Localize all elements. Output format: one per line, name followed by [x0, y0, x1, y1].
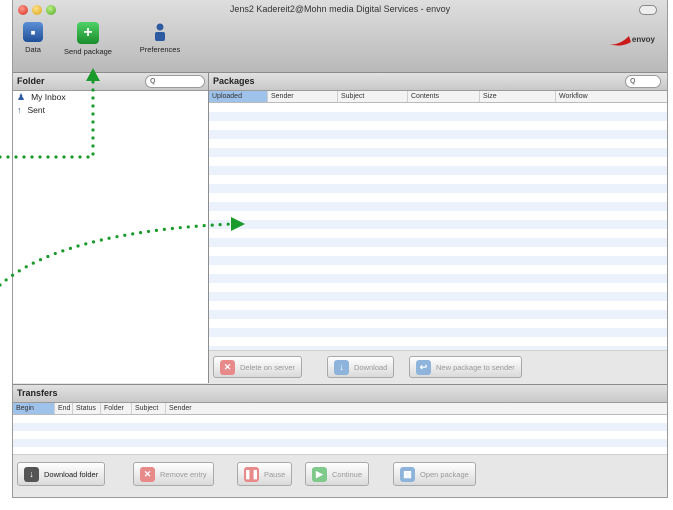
transfers-list[interactable] — [13, 415, 667, 455]
column-contents[interactable]: Contents — [408, 91, 480, 102]
transfers-title: Transfers — [17, 388, 58, 398]
column-status[interactable]: Status — [73, 403, 101, 414]
data-label: Data — [25, 45, 41, 54]
folder-item-sent[interactable]: ↑ Sent — [13, 104, 208, 117]
folder-title: Folder — [17, 76, 45, 86]
transfers-header: Transfers — [13, 385, 667, 403]
download-folder-icon: ↓ — [24, 466, 39, 482]
open-package-icon: ▦ — [400, 466, 415, 482]
pause-icon: ❚❚ — [244, 466, 259, 482]
column-folder[interactable]: Folder — [101, 403, 132, 414]
folder-pane: Folder Q ♟ My Inbox ↑ Sent — [13, 73, 209, 383]
packages-list[interactable] — [209, 103, 667, 383]
envoy-logo: envoy — [609, 32, 657, 48]
pause-label: Pause — [264, 469, 286, 479]
remove-entry-label: Remove entry — [160, 469, 207, 479]
open-package-button[interactable]: ▦ Open package — [393, 462, 476, 486]
download-folder-button[interactable]: ↓ Download folder — [17, 462, 106, 486]
download-icon: ↓ — [334, 359, 349, 375]
data-button[interactable]: ■ Data — [17, 22, 49, 54]
inbox-person-icon: ♟ — [17, 92, 26, 102]
column-sender[interactable]: Sender — [166, 403, 667, 414]
folder-header: Folder Q — [13, 73, 208, 91]
download-label: Download — [354, 362, 388, 372]
packages-title: Packages — [213, 76, 255, 86]
window-title: Jens2 Kadereit2@Mohn media Digital Servi… — [229, 4, 451, 14]
column-workflow[interactable]: Workflow — [556, 91, 667, 102]
download-button[interactable]: ↓ Download — [327, 356, 395, 378]
send-package-label: Send package — [64, 47, 112, 56]
folder-search-input[interactable]: Q — [145, 75, 205, 88]
sent-arrow-icon: ↑ — [17, 105, 22, 115]
delete-on-server-label: Delete on server — [240, 362, 296, 372]
remove-icon: ✕ — [140, 466, 155, 482]
new-package-to-sender-button[interactable]: ↩ New package to sender — [409, 356, 522, 378]
send-package-button[interactable]: + Send package — [53, 22, 123, 56]
delete-on-server-button[interactable]: ✕ Delete on server — [213, 356, 303, 378]
folder-item-label: Sent — [27, 105, 46, 115]
person-icon — [151, 22, 169, 42]
column-end[interactable]: End — [55, 403, 73, 414]
transfers-column-headers: Begin End Status Folder Subject Sender — [13, 403, 667, 415]
download-folder-label: Download folder — [44, 469, 99, 479]
remove-entry-button[interactable]: ✕ Remove entry — [133, 462, 214, 486]
preferences-label: Preferences — [139, 45, 181, 54]
transfers-button-bar: ↓ Download folder ✕ Remove entry ❚❚ Paus… — [13, 454, 667, 493]
packages-pane: Packages Q Uploaded Sender Subject Conte… — [209, 73, 667, 383]
preferences-button[interactable]: Preferences — [133, 22, 187, 54]
column-sender[interactable]: Sender — [268, 91, 338, 102]
folder-item-label: My Inbox — [31, 92, 66, 102]
column-subject[interactable]: Subject — [132, 403, 166, 414]
transfers-pane: Transfers Begin End Status Folder Subjec… — [13, 384, 667, 493]
delete-icon: ✕ — [220, 359, 235, 375]
column-begin[interactable]: Begin — [13, 403, 55, 414]
continue-label: Continue — [332, 469, 363, 479]
packages-button-bar: ✕ Delete on server ↓ Download ↩ New pack… — [209, 350, 667, 383]
continue-button[interactable]: ▶ Continue — [305, 462, 370, 486]
title-bar: Jens2 Kadereit2@Mohn media Digital Servi… — [13, 0, 667, 73]
continue-icon: ▶ — [312, 466, 327, 482]
app-window: Jens2 Kadereit2@Mohn media Digital Servi… — [12, 0, 668, 498]
packages-search-input[interactable]: Q — [625, 75, 661, 88]
reply-arrow-icon: ↩ — [416, 359, 431, 375]
packages-column-headers: Uploaded Sender Subject Contents Size Wo… — [209, 91, 667, 103]
pause-button[interactable]: ❚❚ Pause — [237, 462, 293, 486]
folder-item-inbox[interactable]: ♟ My Inbox — [13, 91, 208, 104]
packages-header: Packages Q — [209, 73, 667, 91]
new-package-label: New package to sender — [436, 362, 515, 372]
column-size[interactable]: Size — [480, 91, 556, 102]
column-subject[interactable]: Subject — [338, 91, 408, 102]
toolbar-toggle-button[interactable] — [639, 5, 657, 15]
column-uploaded[interactable]: Uploaded — [209, 91, 268, 102]
logo-text: envoy — [631, 35, 655, 44]
open-package-label: Open package — [420, 469, 469, 479]
data-icon: ■ — [23, 22, 43, 42]
plus-icon: + — [77, 22, 99, 44]
